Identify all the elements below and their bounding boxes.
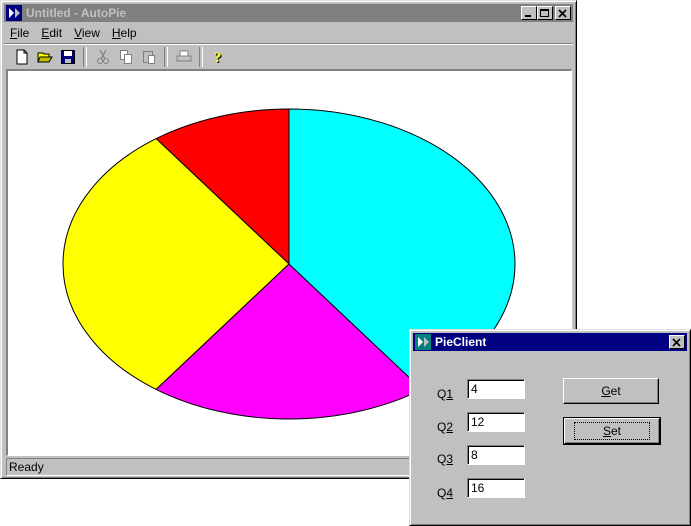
help-icon: ?? — [214, 50, 223, 65]
pieclient-app-icon[interactable] — [415, 334, 431, 350]
q1-label: Q1 — [437, 387, 454, 401]
toolbar-separator — [83, 47, 87, 67]
pieclient-title: PieClient — [435, 335, 487, 349]
toolbar-separator — [164, 47, 168, 67]
cut-button[interactable] — [91, 46, 114, 68]
pieclient-title-bar[interactable]: PieClient — [413, 333, 687, 351]
maximize-icon — [540, 8, 549, 17]
open-folder-icon — [36, 52, 53, 63]
menu-view[interactable]: View — [68, 26, 106, 40]
pieclient-close-button[interactable] — [669, 335, 685, 349]
set-button-focus: Set — [573, 422, 651, 440]
new-button[interactable] — [10, 46, 33, 68]
save-button[interactable] — [56, 46, 79, 68]
app-icon[interactable] — [6, 5, 22, 21]
main-title-bar[interactable]: Untitled - AutoPie — [4, 4, 573, 22]
toolbar-separator — [199, 47, 203, 67]
print-icon — [176, 50, 191, 62]
q2-label: Q2 — [437, 420, 454, 434]
menu-bar: File Edit View Help — [4, 23, 573, 42]
minimize-button[interactable] — [521, 6, 537, 20]
print-button[interactable] — [172, 46, 195, 68]
maximize-button[interactable] — [537, 6, 553, 20]
get-button[interactable]: Get — [563, 378, 659, 404]
copy-button[interactable] — [114, 46, 137, 68]
q3-label: Q3 — [437, 452, 454, 466]
save-icon — [60, 50, 75, 64]
menu-file[interactable]: File — [4, 26, 35, 40]
main-window-title: Untitled - AutoPie — [26, 6, 127, 20]
close-button[interactable] — [555, 6, 571, 20]
set-button[interactable]: Set — [563, 417, 661, 445]
q3-field[interactable] — [467, 445, 525, 465]
about-button[interactable]: ?? — [207, 46, 230, 68]
q4-label: Q4 — [437, 486, 454, 500]
close-icon — [558, 8, 567, 18]
pieclient-window: PieClient Q1 Q2 Q3 Q4 Get Set — [409, 329, 691, 526]
toolbar: ?? — [4, 43, 573, 70]
svg-text:?: ? — [214, 50, 222, 65]
cut-icon — [96, 49, 109, 64]
minimize-icon — [525, 14, 531, 17]
q4-field[interactable] — [467, 478, 525, 498]
new-file-icon — [16, 49, 27, 65]
paste-icon — [142, 51, 155, 64]
close-icon — [672, 337, 681, 347]
open-button[interactable] — [33, 46, 56, 68]
q2-field[interactable] — [467, 412, 525, 432]
menu-help[interactable]: Help — [106, 26, 143, 40]
menu-edit[interactable]: Edit — [35, 26, 68, 40]
copy-icon — [119, 50, 132, 64]
q1-field[interactable] — [467, 379, 525, 399]
paste-button[interactable] — [137, 46, 160, 68]
